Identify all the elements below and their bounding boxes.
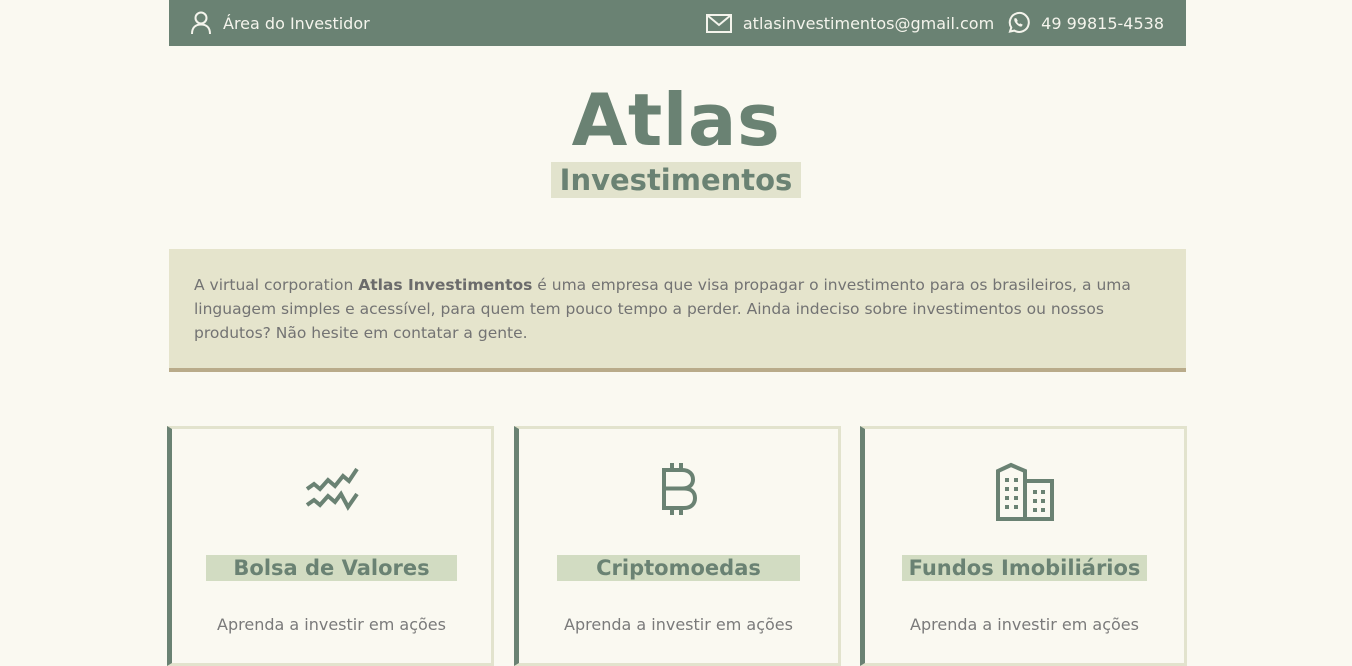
card-title: Criptomoedas (557, 555, 800, 581)
card-fundos-imobiliarios[interactable]: Fundos Imobiliários Aprenda a investir e… (860, 426, 1187, 666)
whatsapp-icon (1006, 11, 1030, 35)
card-title: Fundos Imobiliários (901, 555, 1148, 581)
phone-label: 49 99815-4538 (1041, 13, 1164, 33)
top-bar: Área do Investidor atlasinvestimentos@gm… (169, 0, 1186, 46)
investor-area-label: Área do Investidor (223, 13, 370, 33)
intro-company: Atlas Investimentos (358, 276, 533, 294)
user-icon (190, 11, 212, 35)
envelope-icon (705, 13, 732, 33)
brand-subtitle: Investimentos (550, 162, 802, 198)
card-criptomoedas[interactable]: Criptomoedas Aprenda a investir em ações (514, 426, 841, 666)
card-description: Aprenda a investir em ações (910, 615, 1139, 634)
card-description: Aprenda a investir em ações (217, 615, 446, 634)
bitcoin-icon (519, 461, 838, 521)
whatsapp-link[interactable]: 49 99815-4538 (1006, 11, 1164, 35)
brand-logo: Atlas Investimentos (0, 78, 1352, 198)
intro-prefix: A virtual corporation (194, 276, 359, 294)
card-bolsa-de-valores[interactable]: Bolsa de Valores Aprenda a investir em a… (167, 426, 494, 666)
stock-chart-icon (172, 461, 491, 521)
card-description: Aprenda a investir em ações (564, 615, 793, 634)
buildings-icon (865, 461, 1184, 521)
email-label: atlasinvestimentos@gmail.com (742, 13, 995, 33)
email-link[interactable]: atlasinvestimentos@gmail.com (705, 13, 995, 33)
intro-box: A virtual corporation Atlas Investimento… (169, 249, 1186, 372)
investor-area-link[interactable]: Área do Investidor (190, 11, 370, 35)
card-title: Bolsa de Valores (206, 555, 457, 581)
brand-title: Atlas (571, 78, 781, 162)
